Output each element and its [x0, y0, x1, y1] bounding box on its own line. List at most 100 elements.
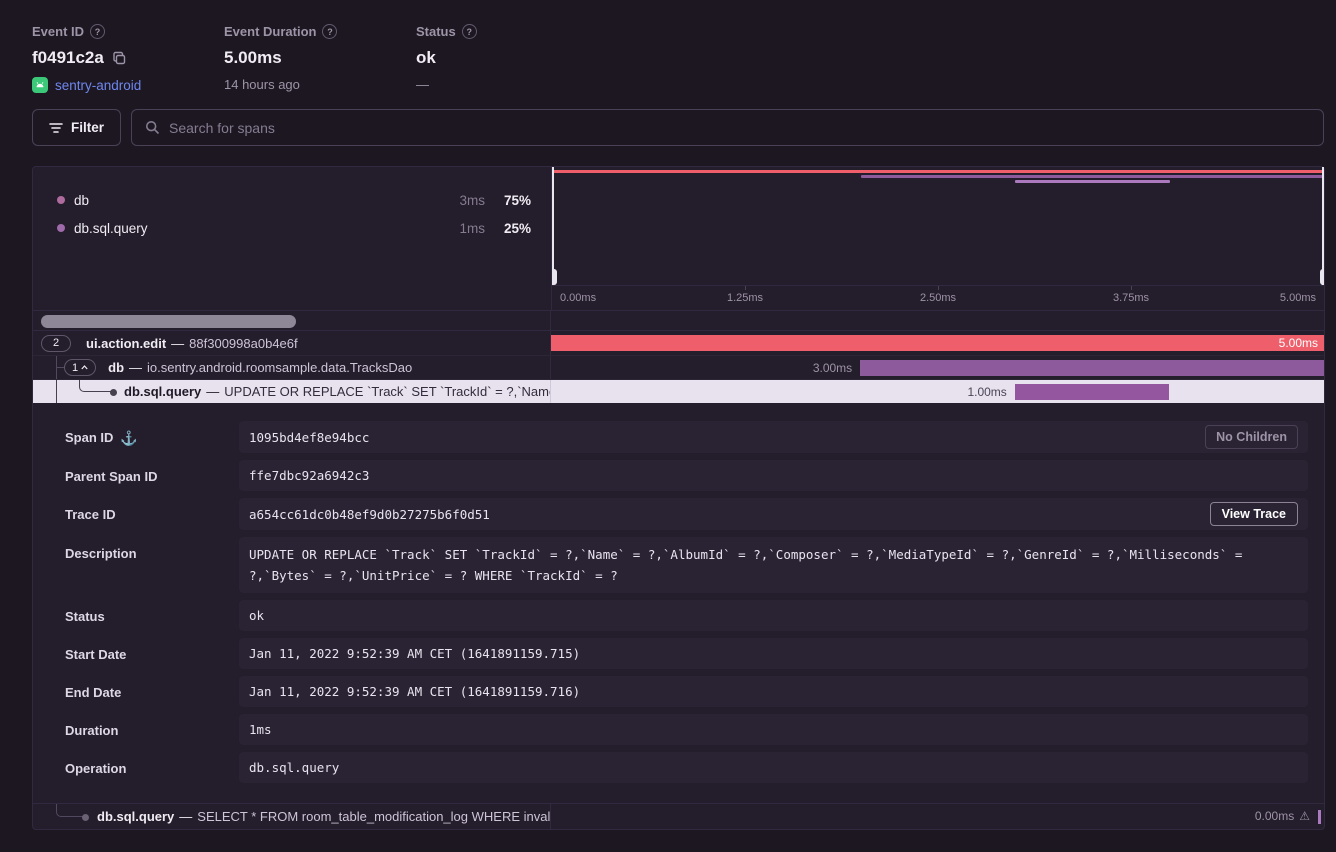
detail-row-end-date: End Date Jan 11, 2022 9:52:39 AM CET (16…: [49, 676, 1308, 707]
time-axis: 0.00ms 1.25ms 2.50ms 3.75ms 5.00ms: [552, 285, 1324, 310]
project-link[interactable]: sentry-android: [55, 78, 141, 93]
event-time-ago: 14 hours ago: [224, 77, 416, 92]
view-trace-button[interactable]: View Trace: [1210, 502, 1298, 526]
span-description: UPDATE OR REPLACE `Track` SET `TrackId` …: [224, 384, 551, 399]
start-date-field: Jan 11, 2022 9:52:39 AM CET (1641891159.…: [239, 638, 1308, 669]
span-op: db: [108, 360, 124, 375]
spans-toolbar: Filter: [0, 93, 1336, 146]
minimap-viewport[interactable]: [552, 167, 1324, 285]
event-duration-value: 5.00ms: [224, 48, 282, 68]
filter-button[interactable]: Filter: [32, 109, 121, 146]
span-id-field: 1095bd4ef8e94bcc No Children: [239, 421, 1308, 453]
detail-row-description: Description UPDATE OR REPLACE `Track` SE…: [49, 537, 1308, 593]
span-details: Span ID ⚓ 1095bd4ef8e94bcc No Children P…: [33, 403, 1324, 803]
operation-percent: 25%: [485, 221, 531, 236]
operation-percent: 75%: [485, 193, 531, 208]
tree-connector-dot: [110, 389, 117, 396]
filter-label: Filter: [71, 120, 104, 135]
help-icon[interactable]: ?: [462, 24, 477, 39]
operation-color-dot: [57, 224, 65, 232]
span-op: db.sql.query: [97, 809, 174, 824]
span-duration-bar: 5.00ms: [551, 335, 1324, 351]
span-description: SELECT * FROM room_table_modification_lo…: [197, 809, 551, 824]
children-count-badge[interactable]: 1: [64, 359, 96, 376]
detail-row-start-date: Start Date Jan 11, 2022 9:52:39 AM CET (…: [49, 638, 1308, 669]
anchor-link-icon[interactable]: ⚓: [120, 430, 137, 445]
horizontal-scrollbar[interactable]: [33, 311, 551, 330]
status-label: Status: [416, 24, 456, 39]
help-icon[interactable]: ?: [90, 24, 105, 39]
axis-label: 3.75ms: [1113, 292, 1149, 304]
trace-id-field: a654cc61dc0b48ef9d0b27275b6f0d51 View Tr…: [239, 498, 1308, 530]
axis-tick: [1131, 286, 1132, 290]
span-tree: 2 ui.action.edit — 88f300998a0b4e6f 5.00…: [33, 331, 1324, 403]
operation-field: db.sql.query: [239, 752, 1308, 783]
span-duration-marker: [1318, 810, 1321, 824]
status-field: ok: [239, 600, 1308, 631]
trace-minimap: 0.00ms 1.25ms 2.50ms 3.75ms 5.00ms: [551, 167, 1324, 310]
axis-tick: [745, 286, 746, 290]
scrollbar-row: [33, 310, 1324, 331]
description-field: UPDATE OR REPLACE `Track` SET `TrackId` …: [239, 537, 1308, 593]
event-duration-column: Event Duration ? 5.00ms 14 hours ago: [224, 24, 416, 93]
detail-row-trace-id: Trace ID a654cc61dc0b48ef9d0b27275b6f0d5…: [49, 498, 1308, 530]
tree-connector-dot: [82, 814, 89, 821]
scrollbar-thumb[interactable]: [41, 315, 296, 328]
minimap-span-light-purple: [1015, 180, 1169, 183]
operation-duration: 3ms: [433, 193, 485, 208]
span-row-db[interactable]: 1 db — io.sentry.android.roomsample.data…: [33, 355, 1324, 379]
span-row-db-sql-query-selected[interactable]: db.sql.query — UPDATE OR REPLACE `Track`…: [33, 379, 1324, 403]
legend-row-db-sql-query[interactable]: db.sql.query 1ms 25%: [49, 214, 531, 242]
minimap-section: db 3ms 75% db.sql.query 1ms 25%: [33, 167, 1324, 310]
span-detail-page: Event ID ? f0491c2a: [0, 0, 1336, 852]
minimap-span-red: [552, 170, 1324, 173]
detail-row-parent-span-id: Parent Span ID ffe7dbc92a6942c3: [49, 460, 1308, 491]
axis-tick: [938, 286, 939, 290]
help-icon[interactable]: ?: [322, 24, 337, 39]
event-id-label: Event ID: [32, 24, 84, 39]
span-row-db-sql-query-select[interactable]: db.sql.query — SELECT * FROM room_table_…: [33, 803, 1324, 829]
operation-color-dot: [57, 196, 65, 204]
search-icon: [145, 120, 160, 135]
axis-label: 5.00ms: [1280, 292, 1316, 304]
span-duration-label: 1.00ms: [551, 385, 1015, 399]
operation-duration: 1ms: [433, 221, 485, 236]
span-duration-bar: [1015, 384, 1170, 400]
span-description: 88f300998a0b4e6f: [189, 336, 297, 351]
axis-label: 0.00ms: [560, 292, 596, 304]
span-description: io.sentry.android.roomsample.data.Tracks…: [147, 360, 412, 375]
minimap-left-handle[interactable]: [552, 167, 554, 285]
detail-row-duration: Duration 1ms: [49, 714, 1308, 745]
legend-row-db[interactable]: db 3ms 75%: [49, 186, 531, 214]
event-id-value: f0491c2a: [32, 48, 104, 68]
detail-row-operation: Operation db.sql.query: [49, 752, 1308, 783]
span-duration-label: 5.00ms: [1279, 336, 1318, 350]
span-duration-label: 0.00ms: [1255, 809, 1294, 823]
duration-field: 1ms: [239, 714, 1308, 745]
copy-icon[interactable]: [112, 51, 127, 66]
children-count-badge[interactable]: 2: [41, 335, 71, 352]
axis-label: 1.25ms: [727, 292, 763, 304]
search-input[interactable]: [169, 120, 1310, 136]
detail-row-status: Status ok: [49, 600, 1308, 631]
span-op: db.sql.query: [124, 384, 201, 399]
warning-icon: ⚠: [1299, 809, 1310, 823]
status-subtext: —: [416, 77, 608, 92]
no-children-badge: No Children: [1205, 425, 1298, 449]
event-duration-label: Event Duration: [224, 24, 316, 39]
minimap-right-handle[interactable]: [1322, 167, 1324, 285]
span-duration-bar: [860, 360, 1324, 376]
trace-waterfall-panel: db 3ms 75% db.sql.query 1ms 25%: [32, 166, 1325, 830]
event-header: Event ID ? f0491c2a: [0, 0, 1336, 93]
status-value: ok: [416, 48, 436, 68]
event-id-column: Event ID ? f0491c2a: [32, 24, 224, 93]
span-row-ui-action-edit[interactable]: 2 ui.action.edit — 88f300998a0b4e6f 5.00…: [33, 331, 1324, 355]
span-duration-label: 3.00ms: [551, 361, 860, 375]
status-column: Status ? ok —: [416, 24, 608, 93]
span-op: ui.action.edit: [86, 336, 166, 351]
span-search[interactable]: [131, 109, 1324, 146]
operations-legend: db 3ms 75% db.sql.query 1ms 25%: [33, 167, 551, 310]
minimap-span-purple: [861, 175, 1324, 178]
parent-span-id-field: ffe7dbc92a6942c3: [239, 460, 1308, 491]
detail-row-span-id: Span ID ⚓ 1095bd4ef8e94bcc No Children: [49, 421, 1308, 453]
